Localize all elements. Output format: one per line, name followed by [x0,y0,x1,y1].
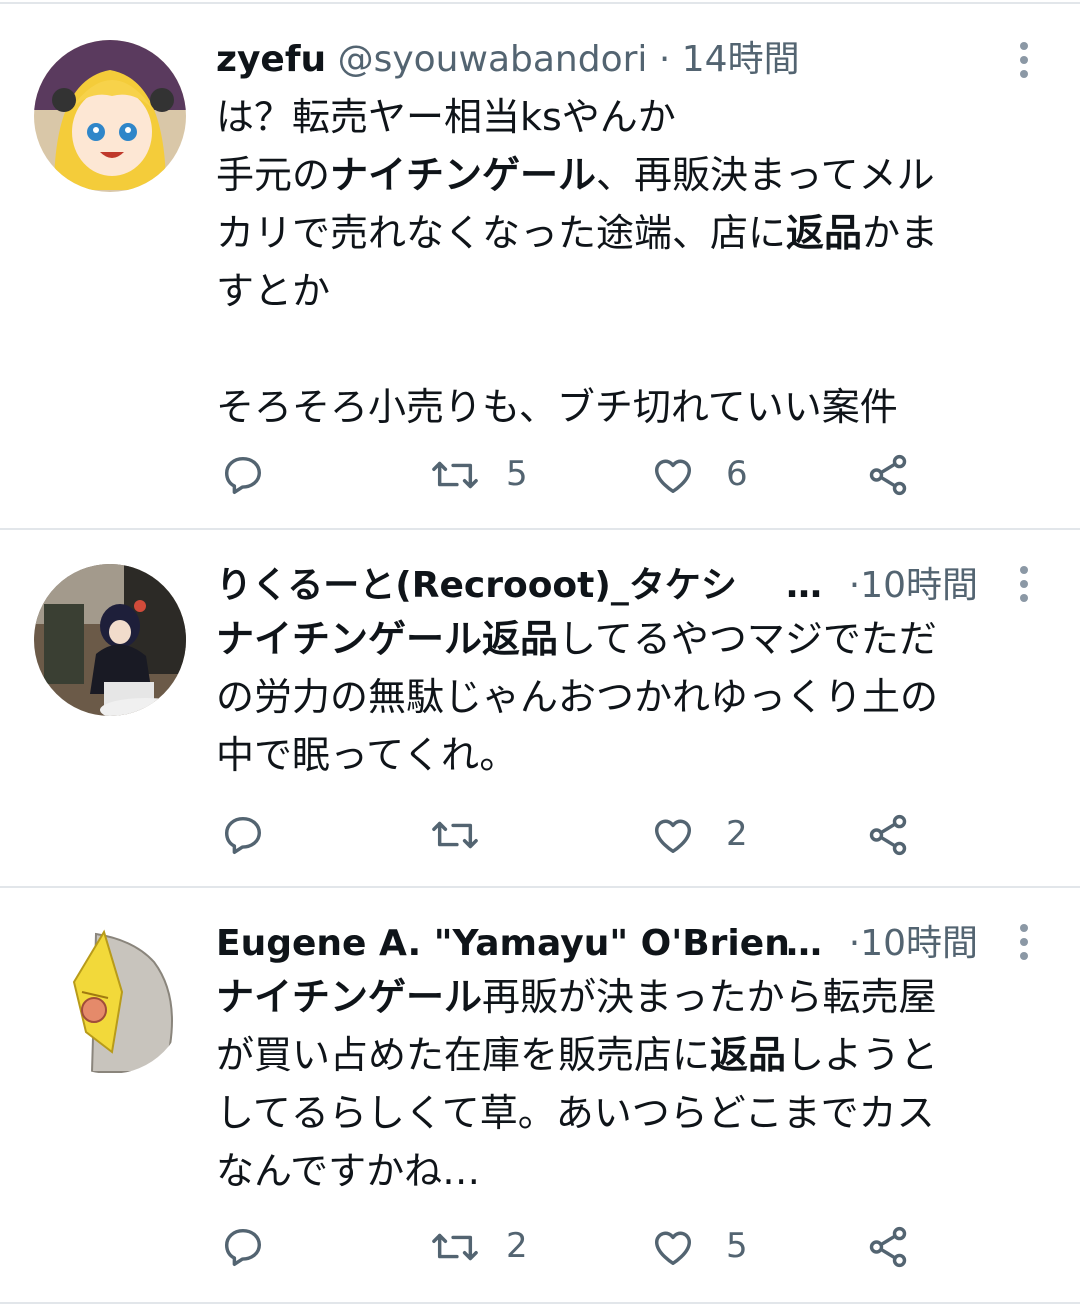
more-icon[interactable] [1017,922,1031,962]
tweet-text-line: なんですかね… [216,1142,1016,1200]
tweet-text-line: ナイチンゲール返品してるやつマジでただ [216,610,1016,668]
text-segment: かま [862,211,939,255]
like-count: 6 [726,454,748,494]
tweet-text-line: してるらしくて草。あいつらどこまでカス [216,1084,1016,1142]
text-segment: 中で眠ってくれ。 [216,733,518,777]
tweet-2[interactable]: りくるーと(Recrooot)_タケシ … ·10時間 ナイチンゲール返品してる… [0,530,1080,886]
tweet-text-line: カリで売れなくなった途端、店に返品かま [216,204,1016,262]
text-segment: が買い占めた在庫を販売店に [216,1033,711,1077]
separator-dot: · [848,565,861,606]
divider-bottom [0,1302,1080,1304]
separator-dot: · [658,39,671,80]
highlighted-keyword: ナイチンゲール返品 [216,617,559,661]
action-bar: 2 5 [216,1222,936,1270]
tweet-text: ナイチンゲール返品してるやつマジでただの労力の無駄じゃんおつかれゆっくり土の 中で… [216,610,1016,784]
tweet-text-line: そろそろ小売りも、ブチ切れていい案件 [216,378,1016,436]
retweet-count: 5 [506,454,528,494]
tweet-text-line: の労力の無駄じゃんおつかれゆっくり土の [216,668,1016,726]
display-name[interactable]: zyefu [216,39,326,80]
tweet-text: は？転売ヤー相当ksやんか 手元のナイチンゲール、再販決まってメル カリで売れなくな… [216,88,1016,436]
like-icon [654,459,692,494]
handle[interactable]: @syouwabandori [338,39,648,80]
retweet-icon [432,1233,478,1261]
more-icon[interactable] [1017,40,1031,80]
like-icon [654,1231,692,1266]
highlighted-keyword: ナイチンゲール [216,975,483,1019]
tweet-header: zyefu @syouwabandori · 14時間 [216,36,1020,84]
like-icon [654,819,692,854]
name-ellipsis: … [786,923,822,964]
retweet-icon [432,461,478,489]
text-segment: は？転売ヤー相当ksやんか [216,95,676,139]
text-segment: カリで売れなくなった途端、店に [216,211,787,255]
reply-icon [224,1228,262,1266]
text-segment: 手元の [216,153,331,197]
timestamp-text: 10時間 [860,923,978,964]
tweet-text-line: すとか [216,262,1016,320]
retweet-icon [432,821,478,849]
tweet-text-line: ナイチンゲール再販が決まったから転売屋 [216,968,1016,1026]
tweet-text: ナイチンゲール再販が決まったから転売屋 が買い占めた在庫を販売店に返品しようと して… [216,968,1016,1200]
tweet-1[interactable]: zyefu @syouwabandori · 14時間 は？転売ヤー相当ksやん… [0,0,1080,528]
text-segment: すとか [216,269,331,313]
text-segment: そろそろ小売りも、ブチ切れていい案件 [216,385,898,429]
tweet-text-line: は？転売ヤー相当ksやんか [216,88,1016,146]
display-name[interactable]: りくるーと(Recrooot)_タケシ [216,565,737,606]
highlighted-keyword: ナイチンゲール [330,153,597,197]
display-name[interactable]: Eugene A. "Yamayu" O'Brien [216,923,790,964]
share-icon [869,454,907,496]
timestamp-text: 10時間 [860,565,978,606]
highlighted-keyword: 返品 [786,211,863,255]
tweet-header: りくるーと(Recrooot)_タケシ … ·10時間 [216,562,1020,610]
more-icon[interactable] [1017,564,1031,604]
reply-icon [224,456,262,494]
text-segment: してるらしくて草。あいつらどこまでカス [216,1091,935,1135]
tweet-text-line: が買い占めた在庫を販売店に返品しようと [216,1026,1016,1084]
name-ellipsis: … [786,565,822,606]
tweet-text-line [216,320,1016,378]
timestamp[interactable]: ·10時間 [849,562,978,610]
avatar[interactable] [34,564,186,716]
highlighted-keyword: 返品 [710,1033,787,1077]
tweet-3[interactable]: Eugene A. "Yamayu" O'Brien … ·10時間 ナイチンゲ… [0,888,1080,1302]
tweet-text-line: 手元のナイチンゲール、再販決まってメル [216,146,1016,204]
text-segment: してるやつマジでただ [558,617,937,661]
text-segment: 、再販決まってメル [596,153,935,197]
text-segment: しようと [786,1033,939,1077]
tweet-header: Eugene A. "Yamayu" O'Brien … ·10時間 [216,920,1020,968]
like-count: 2 [726,814,748,854]
like-count: 5 [726,1226,748,1266]
retweet-count: 2 [506,1226,528,1266]
tweet-text-line: 中で眠ってくれ。 [216,726,1016,784]
timestamp[interactable]: ·10時間 [849,920,978,968]
reply-icon [224,816,262,854]
separator-dot: · [848,923,861,964]
text-segment: の労力の無駄じゃんおつかれゆっくり土の [216,675,939,719]
avatar[interactable] [34,922,186,1074]
action-bar: 2 [216,810,936,858]
avatar[interactable] [34,40,186,192]
action-bar: 5 6 [216,450,936,498]
text-segment: なんですかね… [216,1149,481,1193]
timestamp[interactable]: 14時間 [682,39,800,80]
share-icon [869,1226,907,1268]
text-segment: 再販が決まったから転売屋 [482,975,937,1019]
share-icon [869,814,907,856]
